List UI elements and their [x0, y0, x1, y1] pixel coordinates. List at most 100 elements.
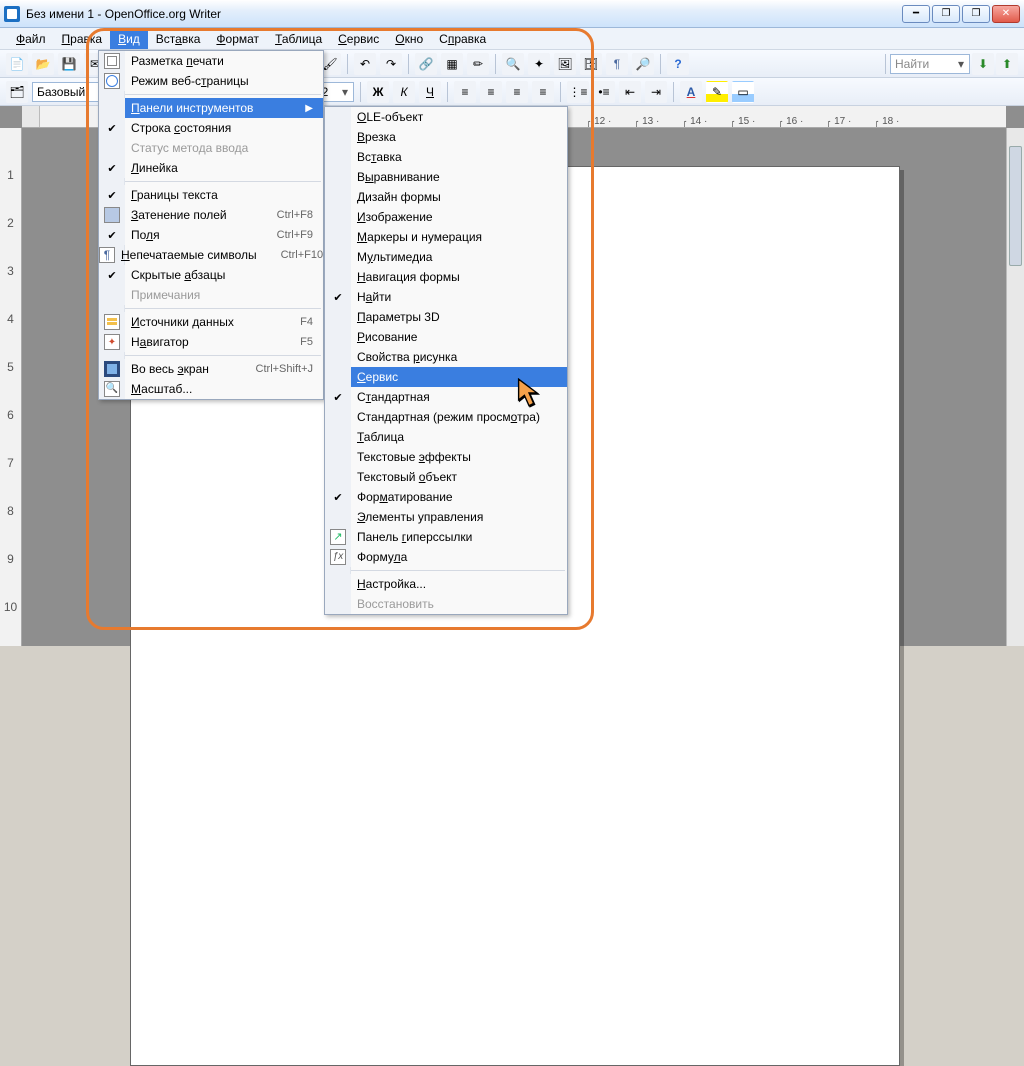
- menu-item[interactable]: Рисование: [325, 327, 567, 347]
- menu-item-label: Источники данных: [125, 315, 276, 329]
- menu-item: Примечания: [99, 285, 323, 305]
- highlight-color-icon[interactable]: ✎: [706, 81, 728, 103]
- numbered-list-icon[interactable]: ⋮≡: [567, 81, 589, 103]
- check-icon: ✔: [333, 391, 342, 404]
- menu-item[interactable]: ✔Линейка: [99, 158, 323, 178]
- gallery-icon[interactable]: 🖼: [554, 53, 576, 75]
- menu-item-label: Линейка: [125, 161, 313, 175]
- new-doc-icon[interactable]: 📄: [6, 53, 28, 75]
- menu-item[interactable]: Параметры 3D: [325, 307, 567, 327]
- open-icon[interactable]: 📂: [32, 53, 54, 75]
- italic-button[interactable]: К: [393, 81, 415, 103]
- styles-icon[interactable]: 🗂: [6, 81, 28, 103]
- menu-item[interactable]: ✔Найти: [325, 287, 567, 307]
- increase-indent-icon[interactable]: ⇥: [645, 81, 667, 103]
- shortcut-label: F4: [276, 316, 313, 328]
- font-color-icon[interactable]: А: [680, 81, 702, 103]
- menu-item[interactable]: Текстовые эффекты: [325, 447, 567, 467]
- restore-button[interactable]: ❐: [932, 5, 960, 23]
- find-next-icon[interactable]: ⬇: [972, 53, 994, 75]
- menu-item[interactable]: Панель гиперссылки: [325, 527, 567, 547]
- menu-item[interactable]: НавигаторF5: [99, 332, 323, 352]
- decrease-indent-icon[interactable]: ⇤: [619, 81, 641, 103]
- datasources-icon[interactable]: 🗄: [580, 53, 602, 75]
- menu-item[interactable]: Режим веб-страницы: [99, 71, 323, 91]
- menu-окно[interactable]: Окно: [387, 28, 431, 49]
- help-icon[interactable]: ?: [667, 53, 689, 75]
- menu-item-label: Настройка...: [351, 577, 557, 591]
- menu-item[interactable]: Затенение полейCtrl+F8: [99, 205, 323, 225]
- menu-item-label: Врезка: [351, 130, 557, 144]
- menu-item[interactable]: Дизайн формы: [325, 187, 567, 207]
- menu-item[interactable]: Изображение: [325, 207, 567, 227]
- menu-item[interactable]: Элементы управления: [325, 507, 567, 527]
- menu-item[interactable]: ✔Форматирование: [325, 487, 567, 507]
- menu-item[interactable]: Настройка...: [325, 574, 567, 594]
- menu-item-label: Текстовые эффекты: [351, 450, 557, 464]
- vertical-scrollbar[interactable]: [1006, 128, 1024, 646]
- dropdown-arrow-icon[interactable]: ▾: [339, 85, 351, 99]
- vertical-ruler[interactable]: 12345678910: [0, 128, 22, 646]
- menu-item[interactable]: ✔Скрытые абзацы: [99, 265, 323, 285]
- find-placeholder: Найти: [895, 57, 929, 71]
- menu-item[interactable]: Масштаб...: [99, 379, 323, 399]
- menu-item-label: Форматирование: [351, 490, 557, 504]
- menu-item[interactable]: Во весь экранCtrl+Shift+J: [99, 359, 323, 379]
- zoom-icon: [104, 381, 120, 397]
- table-icon[interactable]: ▦: [441, 53, 463, 75]
- menu-item[interactable]: ✔Границы текста: [99, 185, 323, 205]
- underline-button[interactable]: Ч: [419, 81, 441, 103]
- menu-item[interactable]: Непечатаемые символыCtrl+F10: [99, 245, 323, 265]
- menu-вставка[interactable]: Вставка: [148, 28, 209, 49]
- menu-item[interactable]: OLE-объект: [325, 107, 567, 127]
- zoom-icon[interactable]: 🔎: [632, 53, 654, 75]
- toolbars-submenu: OLE-объект Врезка ВставкаВыравниваниеДизай…: [324, 106, 568, 615]
- menu-вид[interactable]: Вид: [110, 28, 148, 49]
- minimize-button[interactable]: ━: [902, 5, 930, 23]
- hyperlink-icon[interactable]: 🔗: [415, 53, 437, 75]
- menu-сервис[interactable]: Сервис: [330, 28, 387, 49]
- bg-color-icon[interactable]: ▭: [732, 81, 754, 103]
- drawing-icon[interactable]: ✏: [467, 53, 489, 75]
- find-replace-icon[interactable]: 🔍: [502, 53, 524, 75]
- nonprinting-icon[interactable]: ¶: [606, 53, 628, 75]
- align-right-icon[interactable]: ≡: [506, 81, 528, 103]
- menu-item[interactable]: Выравнивание: [325, 167, 567, 187]
- navigator-icon[interactable]: ✦: [528, 53, 550, 75]
- restore-button-2[interactable]: ❐: [962, 5, 990, 23]
- menu-item[interactable]: Мультимедиа: [325, 247, 567, 267]
- menu-item[interactable]: Таблица: [325, 427, 567, 447]
- save-icon[interactable]: 💾: [58, 53, 80, 75]
- menu-item[interactable]: Формула: [325, 547, 567, 567]
- close-button[interactable]: ✕: [992, 5, 1020, 23]
- menu-item[interactable]: Стандартная (режим просмотра): [325, 407, 567, 427]
- menu-формат[interactable]: Формат: [208, 28, 267, 49]
- menu-item[interactable]: Врезка: [325, 127, 567, 147]
- align-left-icon[interactable]: ≡: [454, 81, 476, 103]
- find-prev-icon[interactable]: ⬆: [996, 53, 1018, 75]
- menu-item[interactable]: Маркеры и нумерация: [325, 227, 567, 247]
- find-input[interactable]: Найти ▾: [890, 54, 970, 74]
- menu-item[interactable]: Свойства рисунка: [325, 347, 567, 367]
- menu-item[interactable]: Разметка печати: [99, 51, 323, 71]
- align-justify-icon[interactable]: ≡: [532, 81, 554, 103]
- menu-таблица[interactable]: Таблица: [267, 28, 330, 49]
- menu-item[interactable]: Источники данныхF4: [99, 312, 323, 332]
- menu-справка[interactable]: Справка: [431, 28, 494, 49]
- bullet-list-icon[interactable]: •≡: [593, 81, 615, 103]
- menu-item[interactable]: ✔Строка состояния: [99, 118, 323, 138]
- undo-icon[interactable]: ↶: [354, 53, 376, 75]
- menu-item[interactable]: Вставка: [325, 147, 567, 167]
- menu-файл[interactable]: Файл: [8, 28, 54, 49]
- menu-item[interactable]: Панели инструментов▶: [99, 98, 323, 118]
- menu-item[interactable]: Текстовый объект: [325, 467, 567, 487]
- scrollbar-thumb[interactable]: [1009, 146, 1022, 266]
- menu-item[interactable]: ✔ПоляCtrl+F9: [99, 225, 323, 245]
- align-center-icon[interactable]: ≡: [480, 81, 502, 103]
- dropdown-arrow-icon[interactable]: ▾: [955, 57, 967, 71]
- separator: [447, 82, 448, 102]
- redo-icon[interactable]: ↷: [380, 53, 402, 75]
- menu-item[interactable]: Навигация формы: [325, 267, 567, 287]
- bold-button[interactable]: Ж: [367, 81, 389, 103]
- menu-правка[interactable]: Правка: [54, 28, 111, 49]
